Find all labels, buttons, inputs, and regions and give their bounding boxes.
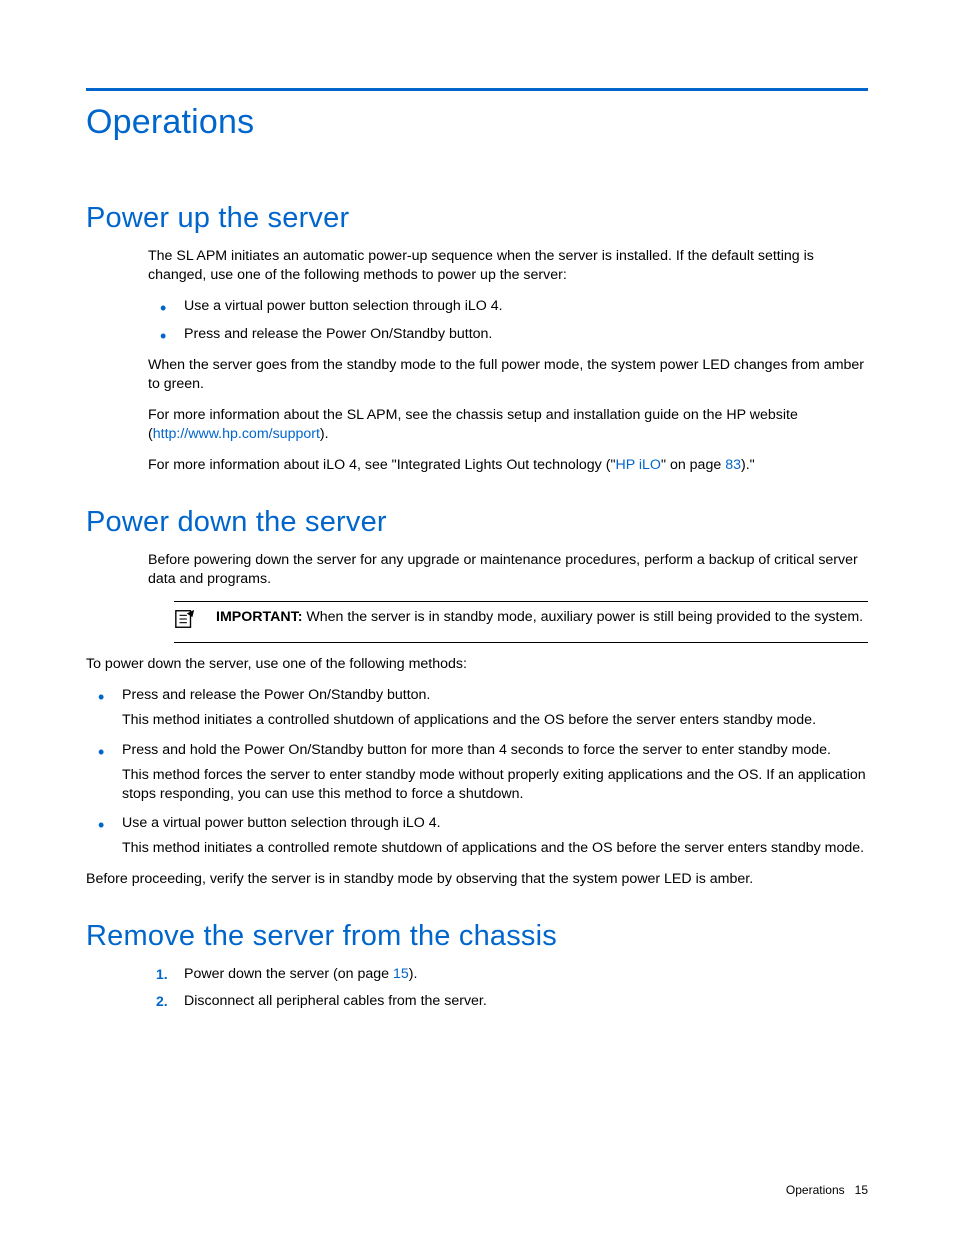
text: )." [741,457,755,473]
support-link[interactable]: http://www.hp.com/support [153,426,320,442]
section-body-remove: Power down the server (on page 15). Disc… [148,965,868,1011]
section-title-power-up: Power up the server [86,202,868,235]
bullet-list: Use a virtual power button selection thr… [148,297,868,343]
list-item: Use a virtual power button selection thr… [86,814,868,858]
page-ref-link[interactable]: 83 [725,457,741,473]
chapter-title: Operations [86,103,868,142]
text: " on page [661,457,725,473]
important-icon [174,608,202,636]
list-item: Press and release the Power On/Standby b… [148,325,868,344]
page-footer: Operations 15 [786,1183,868,1197]
bullet-list: Press and release the Power On/Standby b… [86,686,868,858]
list-item: Press and hold the Power On/Standby butt… [86,741,868,805]
important-callout: IMPORTANT: When the server is in standby… [174,601,868,643]
chapter-rule [86,88,868,91]
text: Power down the server (on page [184,966,393,982]
document-page: Operations Power up the server The SL AP… [0,0,954,1235]
list-item-sub: This method initiates a controlled remot… [122,839,868,858]
section-body-power-down-cont: To power down the server, use one of the… [86,655,868,890]
text: ). [409,966,418,982]
list-item-sub: This method initiates a controlled shutd… [122,711,868,730]
paragraph: To power down the server, use one of the… [86,655,868,674]
step-list: Power down the server (on page 15). Disc… [148,965,868,1011]
footer-section: Operations [786,1183,845,1197]
important-label: IMPORTANT: [216,609,302,625]
footer-page-number: 15 [855,1183,868,1197]
list-item-main: Press and hold the Power On/Standby butt… [122,742,831,758]
paragraph: For more information about the SL APM, s… [148,406,868,444]
list-item: Use a virtual power button selection thr… [148,297,868,316]
list-item: Press and release the Power On/Standby b… [86,686,868,730]
step-item: Disconnect all peripheral cables from th… [148,992,868,1011]
paragraph: For more information about iLO 4, see "I… [148,456,868,475]
important-text: IMPORTANT: When the server is in standby… [216,608,863,627]
important-body: When the server is in standby mode, auxi… [302,609,863,625]
list-item-main: Use a virtual power button selection thr… [122,815,441,831]
section-title-power-down: Power down the server [86,506,868,539]
hp-ilo-link[interactable]: HP iLO [615,457,660,473]
section-body-power-up: The SL APM initiates an automatic power-… [148,247,868,476]
section-body-power-down: Before powering down the server for any … [148,551,868,644]
list-item-sub: This method forces the server to enter s… [122,766,868,804]
page-ref-link[interactable]: 15 [393,966,409,982]
text: ). [320,426,329,442]
paragraph: When the server goes from the standby mo… [148,356,868,394]
list-item-main: Press and release the Power On/Standby b… [122,687,430,703]
paragraph: Before powering down the server for any … [148,551,868,589]
step-item: Power down the server (on page 15). [148,965,868,984]
section-title-remove: Remove the server from the chassis [86,920,868,953]
paragraph: The SL APM initiates an automatic power-… [148,247,868,285]
paragraph: Before proceeding, verify the server is … [86,870,868,889]
text: For more information about iLO 4, see "I… [148,457,615,473]
